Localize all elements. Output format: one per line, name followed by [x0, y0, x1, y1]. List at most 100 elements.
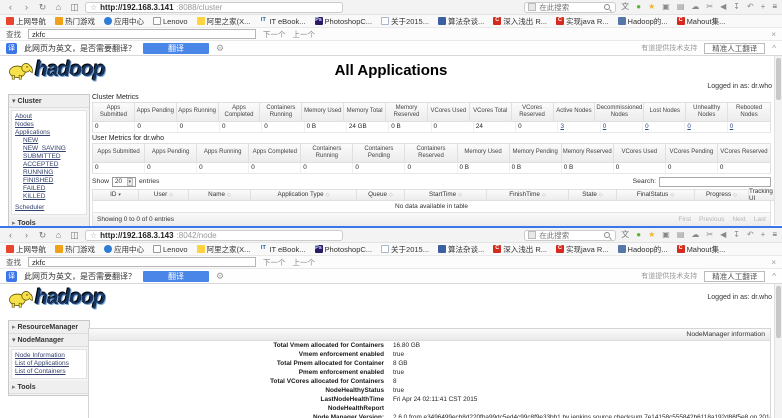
search-icon[interactable] — [604, 4, 611, 10]
bookmark-item[interactable]: 算法杂谈... — [437, 16, 484, 27]
scrollbar[interactable] — [774, 284, 782, 418]
back-icon[interactable]: ‹ — [5, 2, 16, 12]
restore-icon[interactable]: ↶ — [747, 3, 754, 11]
bookmark-item[interactable]: Ps PhotoshopC... — [314, 17, 372, 26]
game-center-icon[interactable]: ▣ — [662, 3, 670, 11]
download-icon[interactable]: ↧ — [733, 3, 740, 11]
sidebar-app-state-link[interactable]: ACCEPTED — [23, 161, 83, 169]
find-next-button[interactable]: 下一个 — [263, 257, 286, 268]
applications-column-header[interactable]: Name — [189, 189, 251, 201]
bookmark-item[interactable]: 上网导航 — [6, 16, 46, 27]
bookmark-star-icon[interactable]: ☆ — [90, 3, 97, 12]
bookmark-item[interactable]: IT IT eBook... — [259, 17, 306, 26]
favorites-star-icon[interactable]: ★ — [648, 231, 655, 239]
adblock-icon[interactable]: ● — [636, 3, 641, 11]
sidebar-app-state-link[interactable]: KILLED — [23, 193, 83, 201]
sidebar-app-state-link[interactable]: FINISHED — [23, 177, 83, 185]
bookmark-item[interactable]: C 实现java R... — [556, 244, 609, 255]
sidebar-app-state-link[interactable]: FAILED — [23, 185, 83, 193]
search-icon[interactable] — [604, 232, 611, 238]
bookmark-star-icon[interactable]: ☆ — [90, 231, 97, 240]
bookmark-item[interactable]: C 实现java R... — [556, 16, 609, 27]
bookmark-item[interactable]: IT IT eBook... — [259, 245, 306, 254]
bookmark-item[interactable]: 应用中心 — [104, 244, 144, 255]
sidebar-link[interactable]: Nodes — [15, 121, 83, 129]
bookmark-item[interactable]: 算法杂谈... — [437, 244, 484, 255]
sidebar-app-state-link[interactable]: SUBMITTED — [23, 153, 83, 161]
bookmark-item[interactable]: 应用中心 — [104, 16, 144, 27]
reload-icon[interactable]: ↻ — [37, 2, 48, 13]
new-tab-icon[interactable]: + — [761, 3, 766, 11]
collapse-icon[interactable]: ^ — [772, 44, 776, 53]
sidebar-app-state-link[interactable]: NEW_SAVING — [23, 145, 83, 153]
bookmark-item[interactable]: 关于2015... — [381, 244, 429, 255]
bookmark-item[interactable]: C 深入浅出 R... — [493, 244, 547, 255]
forward-icon[interactable]: › — [21, 230, 32, 240]
reading-list-icon[interactable]: ▤ — [677, 3, 685, 11]
bookmark-item[interactable]: C Mahout集... — [676, 16, 725, 27]
gear-icon[interactable]: ⚙ — [216, 43, 224, 54]
download-icon[interactable]: ↧ — [733, 231, 740, 239]
close-icon[interactable]: × — [771, 258, 776, 267]
volume-icon[interactable]: ◀ — [720, 3, 726, 11]
sidebar-section-nodemanager[interactable]: NodeManager — [9, 334, 89, 347]
volume-icon[interactable]: ◀ — [720, 231, 726, 239]
premium-translate-button[interactable]: 精准人工翻译 — [704, 42, 766, 54]
sidebar-app-state-link[interactable]: RUNNING — [23, 169, 83, 177]
pagination-button[interactable]: Last — [754, 216, 766, 223]
cloud-sync-icon[interactable]: ☁ — [691, 231, 699, 239]
split-screen-icon[interactable]: ◫ — [69, 2, 80, 13]
applications-column-header[interactable]: User — [139, 189, 189, 201]
address-bar[interactable]: ☆ http://192.168.3.143:8042/node — [85, 229, 343, 241]
find-prev-button[interactable]: 上一个 — [293, 29, 316, 40]
premium-translate-button[interactable]: 精准人工翻译 — [704, 270, 766, 282]
cloud-sync-icon[interactable]: ☁ — [691, 3, 699, 11]
bookmark-item[interactable]: C Mahout集... — [676, 244, 725, 255]
translate-page-icon[interactable]: 文 — [621, 231, 629, 239]
applications-column-header[interactable]: FinalStatus — [617, 189, 695, 201]
scrollbar-thumb[interactable] — [776, 58, 781, 100]
sidebar-section-cluster[interactable]: Cluster — [9, 95, 89, 108]
translate-button[interactable]: 翻译 — [143, 270, 209, 282]
pagination-button[interactable]: Next — [732, 216, 745, 223]
bookmark-item[interactable]: 热门游戏 — [55, 244, 95, 255]
menu-icon[interactable]: ≡ — [772, 3, 777, 11]
translate-button[interactable]: 翻译 — [143, 42, 209, 54]
gear-icon[interactable]: ⚙ — [216, 271, 224, 282]
applications-column-header[interactable]: ID — [93, 189, 139, 201]
close-icon[interactable]: × — [771, 30, 776, 39]
sidebar-link[interactable]: List of Containers — [15, 368, 83, 376]
search-engine-icon[interactable] — [528, 3, 537, 11]
pagination-button[interactable]: First — [678, 216, 691, 223]
bookmark-item[interactable]: 阿里之家(X... — [196, 244, 250, 255]
scrollbar-thumb[interactable] — [776, 286, 781, 338]
menu-icon[interactable]: ≡ — [772, 231, 777, 239]
screenshot-icon[interactable]: ✂ — [706, 231, 713, 239]
search-input[interactable] — [539, 230, 602, 240]
search-box[interactable] — [524, 229, 617, 241]
bookmark-item[interactable]: 关于2015... — [381, 16, 429, 27]
sidebar-section-tools[interactable]: Tools — [9, 381, 89, 394]
page-size-select[interactable]: 20 ▾ — [112, 176, 137, 187]
find-next-button[interactable]: 下一个 — [263, 29, 286, 40]
sidebar-link[interactable]: Applications — [15, 129, 83, 137]
sidebar-section-resourcemanager[interactable]: ResourceManager — [9, 321, 89, 334]
applications-column-header[interactable]: StartTime — [405, 189, 487, 201]
applications-column-header[interactable]: Progress — [695, 189, 749, 201]
address-bar[interactable]: ☆ http://192.168.3.141:8088/cluster — [85, 1, 343, 13]
search-engine-icon[interactable] — [528, 231, 537, 239]
sidebar-app-state-link[interactable]: NEW — [23, 137, 83, 145]
new-tab-icon[interactable]: + — [761, 231, 766, 239]
pagination-button[interactable]: Previous — [699, 216, 724, 223]
bookmark-item[interactable]: 上网导航 — [6, 244, 46, 255]
screenshot-icon[interactable]: ✂ — [706, 3, 713, 11]
restore-icon[interactable]: ↶ — [747, 231, 754, 239]
table-search-input[interactable] — [659, 176, 771, 187]
reload-icon[interactable]: ↻ — [37, 230, 48, 241]
find-input[interactable] — [28, 29, 256, 39]
bookmark-item[interactable]: 阿里之家(X... — [196, 16, 250, 27]
home-icon[interactable]: ⌂ — [53, 230, 64, 240]
applications-column-header[interactable]: FinishTime — [487, 189, 569, 201]
sidebar-link[interactable]: Node Information — [15, 352, 83, 360]
search-box[interactable] — [524, 1, 617, 13]
